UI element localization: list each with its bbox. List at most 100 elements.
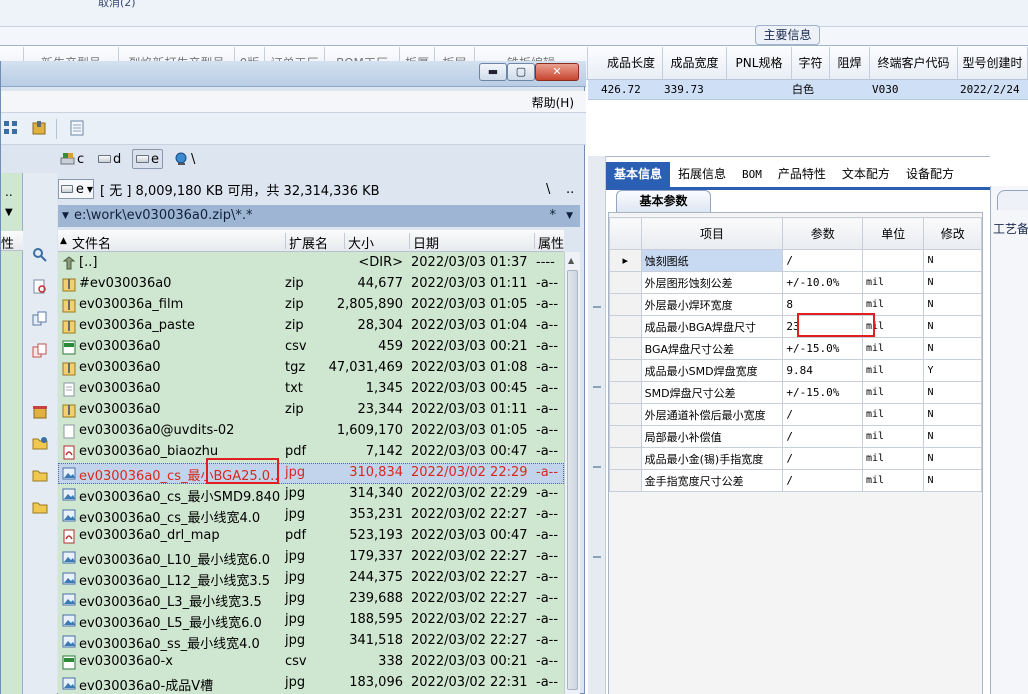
- file-row[interactable]: ev030036a0-成品V槽 jpg 183,096 2022/03/02 22:3…: [58, 673, 564, 694]
- current-path-bar[interactable]: ▼ e:\work\ev030036a0.zip\*.* * ▼: [58, 205, 580, 227]
- file-row[interactable]: ev030036a0_L3_最小线宽3.5 jpg 239,688 2022/03/0…: [58, 589, 564, 610]
- param-row[interactable]: 成品最小BGA焊盘尺寸 23 mil N: [609, 315, 982, 338]
- col-header-ext[interactable]: 扩展名: [289, 233, 328, 252]
- grid-data-row[interactable]: 426.72 339.73 白色 V030 2022/2/24: [588, 80, 1028, 100]
- file-row[interactable]: ev030036a0 txt 1,345 2022/03/03 00:45 -a--: [58, 379, 564, 400]
- copy-icon[interactable]: [32, 311, 48, 327]
- param-header-value[interactable]: 参数: [782, 217, 864, 250]
- grid-header-width[interactable]: 成品宽度: [663, 47, 727, 80]
- param-row[interactable]: 金手指宽度尺寸公差 / mil N: [609, 469, 982, 492]
- grid-header-length[interactable]: 成品长度: [600, 47, 663, 80]
- param-row[interactable]: 局部最小补偿值 / mil N: [609, 425, 982, 448]
- col-header-attr[interactable]: 属性: [538, 233, 564, 252]
- notepad-icon[interactable]: [69, 120, 85, 136]
- file-row[interactable]: ev030036a0 csv 459 2022/03/03 00:21 -a--: [58, 337, 564, 358]
- param-value[interactable]: /: [782, 425, 864, 448]
- param-value[interactable]: /: [782, 403, 864, 426]
- file-row[interactable]: [..] <DIR> 2022/03/03 01:37 ----: [58, 253, 564, 274]
- param-row[interactable]: ▸ 蚀刻图纸 / N: [609, 249, 982, 272]
- param-value[interactable]: /: [782, 447, 864, 470]
- file-row[interactable]: ev030036a0@uvdits-02 1,609,170 2022/03/03 …: [58, 421, 564, 442]
- grid-view-icon[interactable]: [3, 120, 19, 136]
- col-header-date[interactable]: 日期: [413, 233, 439, 252]
- folder-icon[interactable]: [32, 467, 48, 483]
- tab-text-recipe[interactable]: 文本配方: [834, 162, 898, 187]
- file-row[interactable]: ev030036a0_L10_最小线宽6.0 jpg 179,337 2022/03/…: [58, 547, 564, 568]
- subtab-basic-params[interactable]: 基本参数: [616, 190, 711, 212]
- file-row[interactable]: ev030036a_paste zip 28,304 2022/03/03 01:04…: [58, 316, 564, 337]
- col-header-size[interactable]: 大小: [348, 233, 374, 252]
- window-titlebar[interactable]: ▬ ▢ ✕: [1, 61, 586, 87]
- scroll-up-icon[interactable]: ▲: [568, 256, 574, 265]
- param-row[interactable]: 外层图形蚀刻公差 +/-10.0% mil N: [609, 271, 982, 294]
- param-header-modify[interactable]: 修改: [923, 217, 982, 250]
- left-pane-parent[interactable]: ..: [5, 185, 13, 199]
- drive-dropdown[interactable]: e ▼: [58, 179, 94, 199]
- main-info-tab[interactable]: 主要信息: [755, 25, 820, 45]
- file-row[interactable]: ev030036a0 zip 23,344 2022/03/03 01:11 -a--: [58, 400, 564, 421]
- tab-extended-info[interactable]: 拓展信息: [670, 162, 734, 187]
- param-row[interactable]: SMD焊盘尺寸公差 +/-15.0% mil N: [609, 381, 982, 404]
- grid-header-customer-code[interactable]: 终端客户代码: [870, 47, 958, 80]
- left-pane-dropdown-icon[interactable]: ▼: [5, 207, 13, 218]
- history-dropdown-icon[interactable]: ▼: [62, 205, 69, 227]
- param-row[interactable]: 成品最小金(锡)手指宽度 / mil N: [609, 447, 982, 470]
- param-value[interactable]: +/-15.0%: [782, 381, 864, 404]
- file-row[interactable]: ev030036a0_biaozhu pdf 7,142 2022/03/03 00:…: [58, 442, 564, 463]
- splitter[interactable]: [588, 156, 606, 694]
- minimize-button[interactable]: ▬: [479, 63, 507, 81]
- drive-button-d[interactable]: d: [98, 149, 121, 169]
- new-folder-icon[interactable]: [32, 435, 48, 451]
- file-row[interactable]: ev030036a0_cs_最小SMD9.840 jpg 314,340 2022/0…: [58, 484, 564, 505]
- param-row[interactable]: BGA焊盘尺寸公差 +/-15.0% mil N: [609, 337, 982, 360]
- archive-icon[interactable]: [31, 120, 47, 136]
- menu-help[interactable]: 帮助(H): [532, 94, 574, 111]
- param-value[interactable]: /: [782, 469, 864, 492]
- param-value[interactable]: /: [782, 249, 864, 272]
- file-row[interactable]: ev030036a0_cs_最小线宽4.0 jpg 353,231 2022/03/0…: [58, 505, 564, 526]
- drive-button-c[interactable]: c: [60, 149, 84, 169]
- filter-button[interactable]: *: [550, 205, 557, 227]
- parent-dir-button[interactable]: ..: [566, 182, 574, 197]
- file-row-selected[interactable]: ev030036a0_cs_最小BGA25.0.. jpg 310,834 2022/…: [58, 463, 564, 484]
- search-icon[interactable]: [32, 247, 48, 263]
- cancel-button[interactable]: 取消(2): [98, 0, 136, 10]
- file-row[interactable]: ev030036a0_L5_最小线宽6.0 jpg 188,595 2022/03/0…: [58, 610, 564, 631]
- pack-icon[interactable]: [32, 403, 48, 419]
- file-row[interactable]: ev030036a0_L12_最小线宽3.5 jpg 244,375 2022/03/…: [58, 568, 564, 589]
- drive-button-e[interactable]: e: [132, 149, 163, 169]
- maximize-button[interactable]: ▢: [507, 63, 535, 81]
- param-value[interactable]: +/-15.0%: [782, 337, 864, 360]
- filter-dropdown-icon[interactable]: ▼: [566, 205, 573, 227]
- file-row[interactable]: ev030036a0_ss_最小线宽4.0 jpg 341,518 2022/03/0…: [58, 631, 564, 652]
- param-header-unit[interactable]: 单位: [862, 217, 925, 250]
- col-header-name[interactable]: 文件名: [72, 233, 111, 252]
- tab-basic-info[interactable]: 基本信息: [606, 162, 671, 187]
- file-row[interactable]: ev030036a_film zip 2,805,890 2022/03/03 01:…: [58, 295, 564, 316]
- move-icon[interactable]: [32, 343, 48, 359]
- file-list-scrollbar[interactable]: ▲: [564, 252, 580, 694]
- param-row[interactable]: 外层最小焊环宽度 8 mil N: [609, 293, 982, 316]
- file-row[interactable]: ev030036a0 tgz 47,031,469 2022/03/03 01:08-…: [58, 358, 564, 379]
- drive-button-network[interactable]: \: [174, 149, 195, 169]
- grid-header-pnl[interactable]: PNL规格: [727, 47, 792, 80]
- param-value[interactable]: +/-10.0%: [782, 271, 864, 294]
- grid-header-solder[interactable]: 阻焊: [830, 47, 870, 80]
- find-file-icon[interactable]: [32, 279, 48, 295]
- file-row[interactable]: ev030036a0_drl_map pdf 523,193 2022/03/03 0…: [58, 526, 564, 547]
- root-dir-button[interactable]: \: [546, 182, 550, 197]
- grid-header-create-date[interactable]: 型号创建时: [958, 47, 1028, 80]
- tab-product-features[interactable]: 产品特性: [770, 162, 834, 187]
- scrollbar-thumb[interactable]: [567, 270, 578, 690]
- folder-open-icon[interactable]: [32, 499, 48, 515]
- param-value[interactable]: 9.84: [782, 359, 864, 382]
- side-panel-tab[interactable]: [997, 190, 1028, 210]
- tab-equipment-recipe[interactable]: 设备配方: [898, 162, 962, 187]
- param-row[interactable]: 成品最小SMD焊盘宽度 9.84 mil Y: [609, 359, 982, 382]
- grid-header-char[interactable]: 字符: [792, 47, 830, 80]
- file-row[interactable]: #ev030036a0 zip 44,677 2022/03/03 01:11 -a--: [58, 274, 564, 295]
- close-button[interactable]: ✕: [535, 63, 579, 81]
- file-row[interactable]: ev030036a0-x csv 338 2022/03/03 00:21 -a--: [58, 652, 564, 673]
- param-row[interactable]: 外层通道补偿后最小宽度 / mil N: [609, 403, 982, 426]
- left-pane-attr-header[interactable]: 性: [1, 233, 14, 252]
